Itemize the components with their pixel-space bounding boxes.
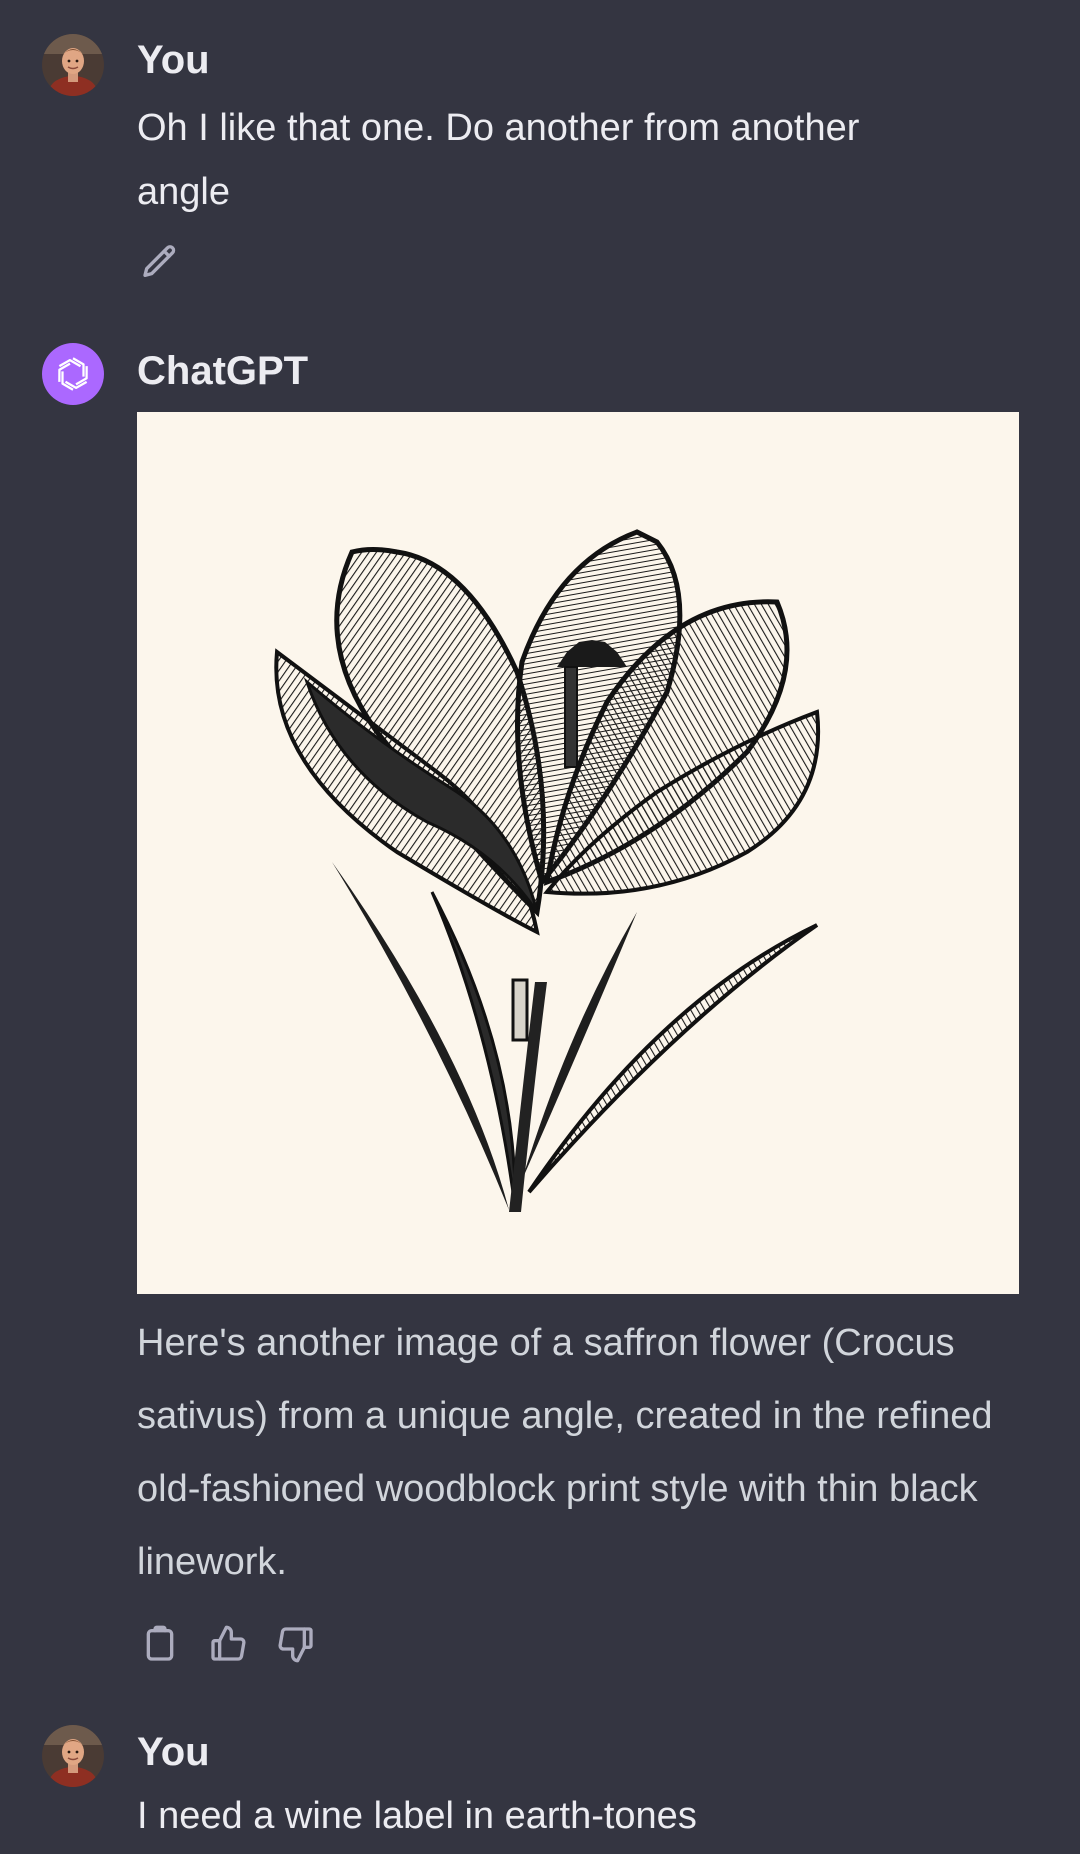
user-avatar[interactable] xyxy=(42,34,104,96)
message-text: Oh I like that one. Do another from anot… xyxy=(137,107,860,213)
user-avatar[interactable] xyxy=(42,1725,104,1787)
message-author: You xyxy=(137,1730,210,1774)
good-response-button[interactable] xyxy=(206,1622,250,1666)
saffron-flower-illustration xyxy=(274,529,821,1212)
thumbs-up-icon xyxy=(211,1625,246,1661)
message-author: You xyxy=(137,38,210,82)
message-text: I need a wine label in earth-tones xyxy=(137,1795,697,1837)
bad-response-button[interactable] xyxy=(274,1622,318,1666)
message-text: Here's another image of a saffron flower… xyxy=(137,1322,993,1583)
generated-image[interactable] xyxy=(137,412,1019,1294)
message-author: ChatGPT xyxy=(137,349,309,393)
openai-logo-icon xyxy=(58,357,88,391)
chatgpt-avatar xyxy=(42,343,104,405)
pencil-icon xyxy=(143,245,176,277)
copy-button[interactable] xyxy=(138,1622,182,1666)
edit-message-button[interactable] xyxy=(138,240,182,284)
clipboard-icon xyxy=(146,1625,174,1661)
thumbs-down-icon xyxy=(278,1627,313,1663)
